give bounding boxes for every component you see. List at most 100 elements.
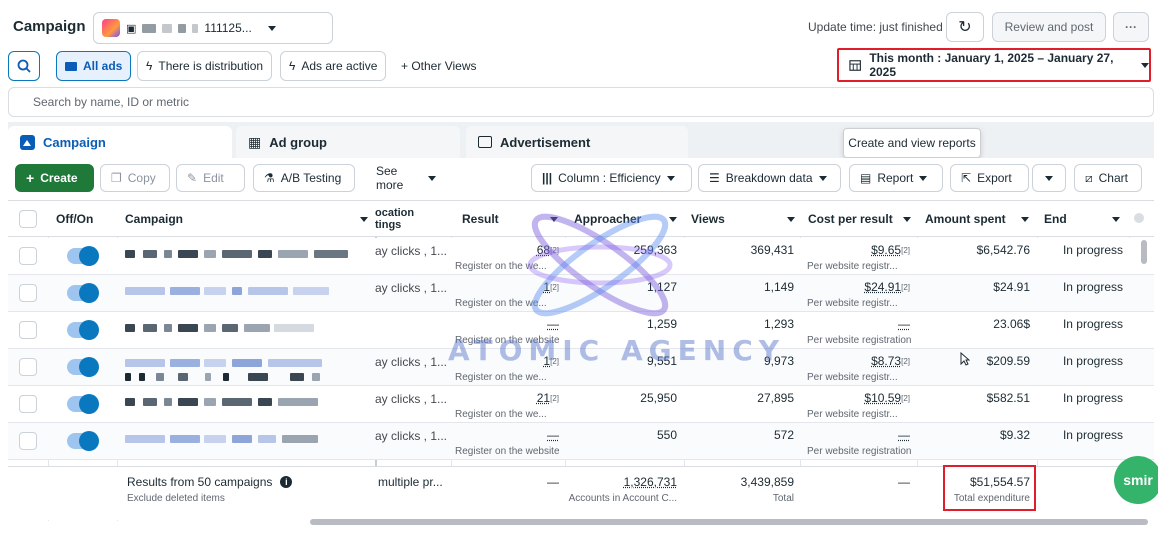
col-end[interactable]: End bbox=[1044, 201, 1067, 237]
table-row[interactable]: ay clicks , 1... 21 [2] Register on the we.… bbox=[8, 386, 1154, 423]
campaign-name-blurred[interactable] bbox=[164, 398, 172, 406]
campaign-name-blurred[interactable] bbox=[170, 435, 200, 443]
campaign-name-blurred[interactable] bbox=[125, 373, 131, 381]
report-button[interactable]: ▤ Report bbox=[849, 164, 943, 192]
copy-button[interactable]: ❐ Copy bbox=[100, 164, 170, 192]
tab-ad-group[interactable]: ▦ Ad group bbox=[236, 126, 460, 158]
col-cost[interactable]: Cost per result bbox=[808, 201, 893, 237]
campaign-name-blurred[interactable] bbox=[125, 359, 165, 367]
campaign-name-blurred[interactable] bbox=[125, 324, 135, 332]
campaign-name-blurred[interactable] bbox=[204, 287, 226, 295]
view-distribution[interactable]: ϟ There is distribution bbox=[137, 51, 272, 81]
campaign-name-blurred[interactable] bbox=[312, 373, 320, 381]
campaign-name-blurred[interactable] bbox=[222, 324, 238, 332]
campaign-name-blurred[interactable] bbox=[258, 435, 276, 443]
review-post-button[interactable]: Review and post bbox=[992, 12, 1106, 42]
campaign-name-blurred[interactable] bbox=[178, 373, 188, 381]
campaign-toggle[interactable] bbox=[67, 359, 97, 375]
campaign-name-blurred[interactable] bbox=[268, 359, 322, 367]
campaign-name-blurred[interactable] bbox=[204, 324, 216, 332]
campaign-name-blurred[interactable] bbox=[204, 435, 226, 443]
chart-button[interactable]: ⧄ Chart bbox=[1074, 164, 1142, 192]
campaign-toggle[interactable] bbox=[67, 396, 97, 412]
search-input[interactable]: Search by name, ID or metric bbox=[8, 87, 1154, 117]
campaign-name-blurred[interactable] bbox=[258, 250, 272, 258]
campaign-name-blurred[interactable] bbox=[143, 324, 157, 332]
campaign-name-blurred[interactable] bbox=[164, 324, 172, 332]
campaign-name-blurred[interactable] bbox=[178, 250, 198, 258]
account-selector[interactable]: ▣ 111125... bbox=[93, 12, 333, 44]
search-toggle-button[interactable] bbox=[8, 51, 40, 81]
col-views[interactable]: Views bbox=[691, 201, 725, 237]
campaign-name-blurred[interactable] bbox=[205, 373, 211, 381]
campaign-name-blurred[interactable] bbox=[278, 398, 318, 406]
campaign-name-blurred[interactable] bbox=[258, 398, 272, 406]
col-campaign[interactable]: Campaign bbox=[125, 201, 183, 237]
other-views-button[interactable]: + Other Views bbox=[393, 51, 484, 81]
campaign-name-blurred[interactable] bbox=[204, 359, 226, 367]
horizontal-scrollbar[interactable] bbox=[310, 519, 1148, 525]
col-amount[interactable]: Amount spent bbox=[925, 201, 1006, 237]
campaign-name-blurred[interactable] bbox=[248, 287, 288, 295]
add-column-icon[interactable] bbox=[1134, 213, 1144, 223]
campaign-name-blurred[interactable] bbox=[164, 250, 172, 258]
date-range-picker[interactable]: This month : January 1, 2025 – January 2… bbox=[837, 48, 1151, 82]
campaign-name-blurred[interactable] bbox=[232, 287, 242, 295]
campaign-name-blurred[interactable] bbox=[223, 373, 229, 381]
campaign-name-blurred[interactable] bbox=[125, 287, 165, 295]
create-button[interactable]: + Create bbox=[15, 164, 94, 192]
campaign-name-blurred[interactable] bbox=[178, 324, 198, 332]
view-all-ads[interactable]: All ads bbox=[56, 51, 131, 81]
more-options-button[interactable]: ··· bbox=[1113, 12, 1149, 42]
campaign-name-blurred[interactable] bbox=[248, 373, 268, 381]
campaign-toggle[interactable] bbox=[67, 433, 97, 449]
campaign-name-blurred[interactable] bbox=[293, 287, 329, 295]
campaign-name-blurred[interactable] bbox=[278, 250, 308, 258]
campaign-name-blurred[interactable] bbox=[125, 435, 165, 443]
table-row[interactable]: ay clicks , 1... — Register on the website… bbox=[8, 423, 1154, 460]
col-result[interactable]: Result bbox=[462, 201, 499, 237]
campaign-name-blurred[interactable] bbox=[170, 287, 200, 295]
campaign-toggle[interactable] bbox=[67, 322, 97, 338]
columns-button[interactable]: ||| Column : Efficiency bbox=[531, 164, 692, 192]
campaign-toggle[interactable] bbox=[67, 248, 97, 264]
campaign-name-blurred[interactable] bbox=[282, 435, 318, 443]
campaign-name-blurred[interactable] bbox=[178, 398, 198, 406]
refresh-button[interactable]: ↻ bbox=[946, 12, 984, 42]
campaign-name-blurred[interactable] bbox=[125, 250, 135, 258]
row-checkbox[interactable] bbox=[19, 395, 37, 413]
campaign-name-blurred[interactable] bbox=[143, 398, 157, 406]
tab-campaign[interactable]: Campaign bbox=[8, 126, 232, 158]
campaign-name-blurred[interactable] bbox=[139, 373, 145, 381]
campaign-name-blurred[interactable] bbox=[244, 324, 270, 332]
campaign-name-blurred[interactable] bbox=[274, 324, 314, 332]
campaign-name-blurred[interactable] bbox=[232, 435, 252, 443]
campaign-name-blurred[interactable] bbox=[170, 359, 200, 367]
info-icon[interactable]: i bbox=[280, 476, 292, 488]
row-checkbox[interactable] bbox=[19, 284, 37, 302]
campaign-toggle[interactable] bbox=[67, 285, 97, 301]
campaign-name-blurred[interactable] bbox=[156, 373, 164, 381]
campaign-name-blurred[interactable] bbox=[314, 250, 348, 258]
chat-widget-button[interactable]: smir bbox=[1114, 456, 1158, 504]
campaign-name-blurred[interactable] bbox=[222, 398, 252, 406]
campaign-name-blurred[interactable] bbox=[125, 398, 135, 406]
vertical-scrollbar[interactable] bbox=[1141, 240, 1147, 264]
export-button[interactable]: ⇱ Export bbox=[950, 164, 1029, 192]
campaign-name-blurred[interactable] bbox=[143, 250, 157, 258]
export-dropdown-button[interactable] bbox=[1032, 164, 1066, 192]
campaign-name-blurred[interactable] bbox=[222, 250, 252, 258]
view-active[interactable]: ϟ Ads are active bbox=[280, 51, 386, 81]
campaign-name-blurred[interactable] bbox=[232, 359, 262, 367]
campaign-name-blurred[interactable] bbox=[204, 398, 216, 406]
row-checkbox[interactable] bbox=[19, 321, 37, 339]
edit-button[interactable]: ✎ Edit bbox=[176, 164, 245, 192]
row-checkbox[interactable] bbox=[19, 432, 37, 450]
select-all-checkbox[interactable] bbox=[19, 210, 37, 228]
campaign-name-blurred[interactable] bbox=[290, 373, 304, 381]
see-more-button[interactable]: See more bbox=[366, 164, 446, 192]
ab-testing-button[interactable]: ⚗ A/B Testing bbox=[253, 164, 355, 192]
campaign-name-blurred[interactable] bbox=[204, 250, 216, 258]
tab-advertisement[interactable]: Advertisement bbox=[466, 126, 688, 158]
row-checkbox[interactable] bbox=[19, 247, 37, 265]
